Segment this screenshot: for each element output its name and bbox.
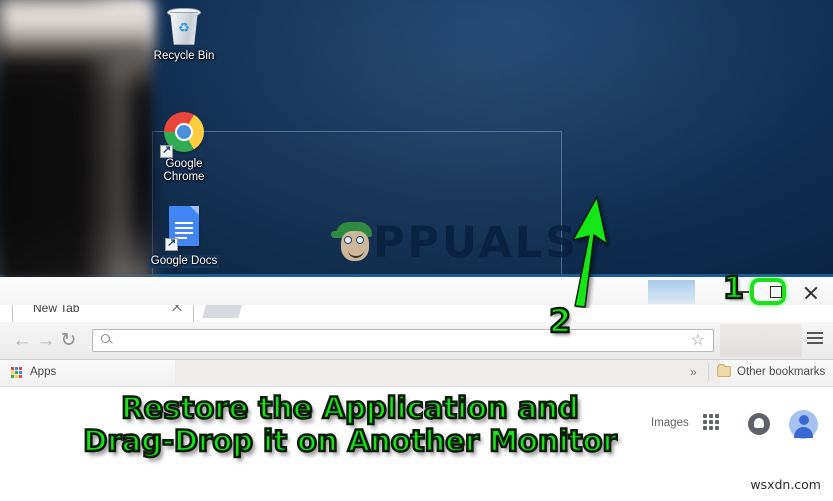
bookmarks-separator	[708, 363, 709, 381]
bell-icon[interactable]	[748, 413, 770, 435]
desktop-icon-label: Recycle Bin	[153, 50, 215, 62]
avatar-icon[interactable]	[789, 410, 818, 439]
step2-arrow-icon	[572, 196, 608, 308]
folder-icon	[717, 364, 731, 377]
apps-grid-icon	[11, 367, 22, 378]
desktop-icon-label-2: Chrome	[163, 171, 205, 183]
step1-highlight-ring	[750, 278, 786, 305]
toolbar-ghost-region	[720, 324, 802, 357]
caption-line-1: Restore the Application and	[120, 390, 580, 426]
instruction-caption: Restore the Application and Drag-Drop it…	[0, 390, 700, 459]
blurred-left-highlight	[0, 0, 150, 60]
caption-line-2: Drag-Drop it on Another Monitor	[82, 423, 618, 459]
shortcut-overlay-icon	[165, 236, 178, 251]
desktop-icon-label: Google Docs	[148, 255, 220, 268]
bookmark-apps[interactable]: Apps	[30, 366, 56, 378]
search-icon	[101, 334, 114, 347]
browser-title-bar	[0, 277, 833, 305]
desktop-icon-recycle-bin[interactable]: ♻ Recycle Bin	[140, 4, 228, 63]
site-watermark: wsxdn.com	[750, 477, 821, 492]
appuals-watermark: PPUALS	[331, 218, 580, 268]
step1-number-label: 1	[722, 271, 745, 306]
screenshot-root: PPUALS ♻ Recycle Bin Google Chrome	[0, 0, 833, 501]
desktop-icon-label: Google	[165, 158, 203, 170]
close-icon	[803, 285, 818, 300]
other-bookmarks-label[interactable]: Other bookmarks	[737, 366, 825, 378]
desktop-icon-google-chrome[interactable]: Google Chrome	[140, 112, 228, 184]
browser-toolbar: ← → ↻ ☆	[0, 322, 833, 360]
bookmarks-ghost-region	[175, 359, 720, 385]
reload-button[interactable]: ↻	[58, 330, 79, 351]
hamburger-menu-icon[interactable]	[807, 332, 823, 345]
recycle-bin-icon: ♻	[166, 6, 202, 46]
address-bar[interactable]: ☆	[92, 329, 714, 352]
bookmarks-overflow-button[interactable]: »	[690, 365, 697, 379]
appuals-watermark-text: PPUALS	[373, 218, 580, 268]
desktop-icon-google-docs[interactable]: Google Docs	[140, 205, 228, 269]
ghost-tab-thumbnail	[648, 280, 695, 304]
shortcut-overlay-icon	[160, 143, 173, 158]
close-button[interactable]	[793, 278, 827, 306]
appuals-mascot-icon	[331, 220, 377, 266]
bookmark-star-icon[interactable]: ☆	[691, 333, 705, 349]
step2-number-label: 2	[548, 301, 573, 341]
forward-button[interactable]: →	[36, 331, 56, 351]
back-button[interactable]: ←	[12, 331, 32, 351]
bookmarks-bar: Apps » Other bookmarks	[0, 359, 833, 387]
google-apps-grid-icon[interactable]	[703, 414, 720, 431]
